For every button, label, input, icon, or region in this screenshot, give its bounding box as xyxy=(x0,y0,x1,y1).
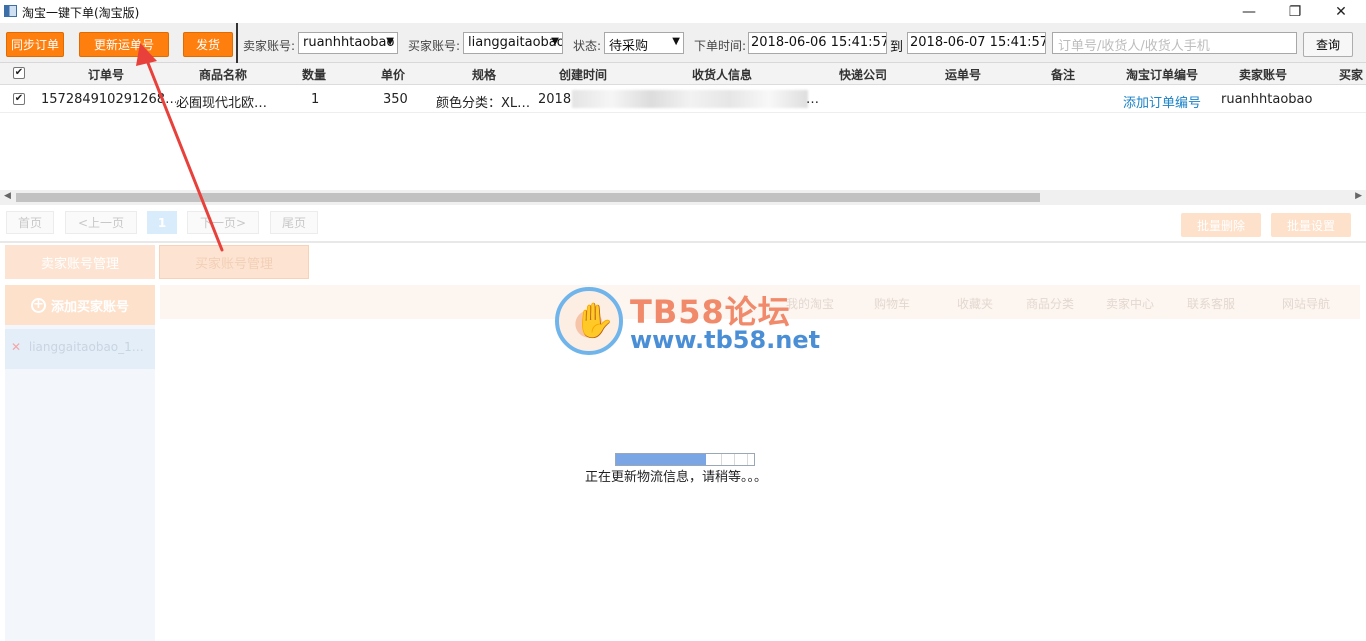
plus-icon: + xyxy=(30,297,46,313)
next-page-button[interactable]: 下一页> xyxy=(187,211,259,234)
cell-created: 2018 xyxy=(538,92,572,107)
nav-customer-service[interactable]: 联系客服 xyxy=(1187,295,1235,312)
status-label: 状态: xyxy=(573,39,602,53)
add-buyer-account-label: 添加买家账号 xyxy=(50,299,129,315)
horizontal-scrollbar[interactable]: ◀ ▶ xyxy=(0,190,1366,205)
add-order-no-link[interactable]: 添加订单编号 xyxy=(1123,92,1201,111)
last-page-button[interactable]: 尾页 xyxy=(270,211,318,234)
progress-segment xyxy=(747,454,748,465)
tab-seller-accounts[interactable]: 卖家账号管理 xyxy=(5,245,155,279)
status-value: 待采购 xyxy=(609,39,649,54)
scrollbar-thumb[interactable] xyxy=(16,193,1040,202)
buyer-account-select[interactable]: lianggaitaobao ▼ xyxy=(463,32,563,54)
app-icon xyxy=(4,5,17,17)
cell-receiver-tail: … xyxy=(806,92,819,107)
cell-spec: 颜色分类：XL… xyxy=(436,96,531,111)
toolbar-separator xyxy=(236,23,238,63)
remove-icon[interactable]: ✕ xyxy=(11,340,21,354)
progress-segment xyxy=(734,454,735,465)
col-receiver-info[interactable]: 收货人信息 xyxy=(692,66,752,83)
pagination: 首页 <上一页 1 下一页> 尾页 批量删除 批量设置 xyxy=(0,205,1366,241)
update-tracking-button[interactable]: 更新运单号 xyxy=(79,32,169,57)
blurred-receiver-info xyxy=(572,90,808,108)
toolbar: 同步订单 更新运单号 发货 卖家账号: ruanhhtaobao ▼ 买家账号:… xyxy=(0,23,1366,63)
cell-price: 350 xyxy=(383,92,408,107)
cell-order-no: 157284910291268… xyxy=(41,92,176,107)
app-window: 淘宝一键下单(淘宝版) — ❐ ✕ 同步订单 更新运单号 发货 卖家账号: ru… xyxy=(0,0,1366,641)
prev-page-button[interactable]: <上一页 xyxy=(65,211,137,234)
col-product-name[interactable]: 商品名称 xyxy=(199,66,247,83)
date-from-input[interactable]: 2018-06-06 15:41:57 xyxy=(748,32,887,54)
buyer-account-label: 买家账号: xyxy=(408,39,461,53)
scroll-left-icon[interactable]: ◀ xyxy=(4,191,11,201)
col-courier[interactable]: 快递公司 xyxy=(839,66,887,83)
nav-categories[interactable]: 商品分类 xyxy=(1026,295,1074,312)
table-body-empty xyxy=(0,113,1366,190)
progress-bar xyxy=(615,453,755,466)
watermark-url: www.tb58.net xyxy=(630,326,821,354)
cell-qty: 1 xyxy=(311,92,320,107)
chevron-down-icon: ▼ xyxy=(386,36,394,47)
progress-fill xyxy=(616,454,706,465)
seller-account-value: ruanhhtaobao xyxy=(303,35,395,50)
batch-settings-button[interactable]: 批量设置 xyxy=(1271,213,1351,237)
window-title: 淘宝一键下单(淘宝版) xyxy=(22,6,140,20)
select-all-checkbox[interactable]: ✔ xyxy=(13,67,25,79)
buyer-account-value: lianggaitaobao xyxy=(468,35,563,50)
col-buyer[interactable]: 买家 xyxy=(1339,66,1363,83)
page-number[interactable]: 1 xyxy=(147,211,177,234)
section-divider xyxy=(0,241,1366,243)
seller-account-select[interactable]: ruanhhtaobao ▼ xyxy=(298,32,398,54)
cell-product: 必囿现代北欧… xyxy=(176,96,268,111)
nav-cart[interactable]: 购物车 xyxy=(874,295,910,312)
order-time-label: 下单时间: xyxy=(694,39,747,53)
col-quantity[interactable]: 数量 xyxy=(302,66,326,83)
maximize-icon[interactable]: ❐ xyxy=(1272,0,1318,23)
to-label: 到 xyxy=(890,40,904,55)
account-list-item[interactable]: ✕ lianggaitaobao_1… xyxy=(5,329,155,369)
chevron-down-icon: ▼ xyxy=(551,36,559,47)
seller-account-label: 卖家账号: xyxy=(243,39,296,53)
col-order-no[interactable]: 订单号 xyxy=(88,66,124,83)
close-icon[interactable]: ✕ xyxy=(1318,0,1364,23)
table-header: ✔ 订单号 商品名称 数量 单价 规格 创建时间 收货人信息 快递公司 运单号 … xyxy=(0,63,1366,85)
col-created-time[interactable]: 创建时间 xyxy=(559,66,607,83)
minimize-icon[interactable]: — xyxy=(1226,0,1272,23)
col-seller-account[interactable]: 卖家账号 xyxy=(1239,66,1287,83)
search-input[interactable]: 订单号/收货人/收货人手机 xyxy=(1052,32,1297,54)
col-remark[interactable]: 备注 xyxy=(1051,66,1075,83)
nav-my-taobao[interactable]: 我的淘宝 xyxy=(786,295,834,312)
status-select[interactable]: 待采购 ▼ xyxy=(604,32,684,54)
col-spec[interactable]: 规格 xyxy=(472,66,496,83)
progress-message: 正在更新物流信息，请稍等。。。 xyxy=(585,470,768,485)
sync-orders-button[interactable]: 同步订单 xyxy=(6,32,64,57)
scroll-right-icon[interactable]: ▶ xyxy=(1355,191,1362,201)
query-button[interactable]: 查询 xyxy=(1303,32,1353,57)
col-price[interactable]: 单价 xyxy=(381,66,405,83)
batch-delete-button[interactable]: 批量删除 xyxy=(1181,213,1261,237)
nav-seller-center[interactable]: 卖家中心 xyxy=(1106,295,1154,312)
row-checkbox[interactable]: ✔ xyxy=(13,93,25,105)
nav-site-map[interactable]: 网站导航 xyxy=(1282,295,1330,312)
nav-favorites[interactable]: 收藏夹 xyxy=(957,295,993,312)
col-taobao-order[interactable]: 淘宝订单编号 xyxy=(1126,66,1198,83)
chevron-down-icon: ▼ xyxy=(672,36,680,47)
title-bar: 淘宝一键下单(淘宝版) — ❐ ✕ xyxy=(0,0,1366,23)
hand-icon: ✋ xyxy=(573,301,616,341)
watermark-logo: ✋ xyxy=(555,287,623,355)
add-buyer-account-button[interactable]: + 添加买家账号 xyxy=(5,285,155,325)
date-to-input[interactable]: 2018-06-07 15:41:57 xyxy=(907,32,1046,54)
cell-seller: ruanhhtaobao xyxy=(1221,92,1313,107)
col-tracking-no[interactable]: 运单号 xyxy=(945,66,981,83)
ship-button[interactable]: 发货 xyxy=(183,32,233,57)
first-page-button[interactable]: 首页 xyxy=(6,211,54,234)
account-name: lianggaitaobao_1… xyxy=(28,340,144,354)
tab-buyer-accounts[interactable]: 买家账号管理 xyxy=(159,245,309,279)
progress-segment xyxy=(721,454,722,465)
table-row[interactable]: ✔ 157284910291268… 必囿现代北欧… 1 350 颜色分类：XL… xyxy=(0,86,1366,113)
